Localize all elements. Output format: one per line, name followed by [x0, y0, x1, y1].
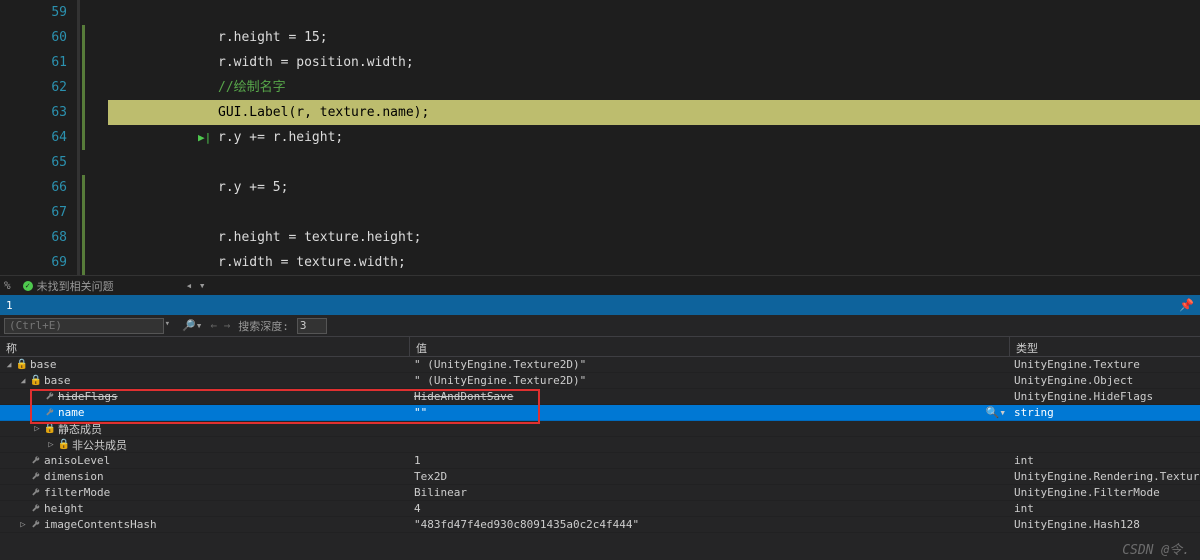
property-name: hideFlags	[58, 390, 118, 403]
lock-icon: 🔒	[58, 439, 70, 450]
line-number[interactable]: 65	[0, 150, 67, 175]
property-name: anisoLevel	[44, 454, 110, 467]
code-line: r.height = texture.height;	[88, 225, 1200, 250]
property-value[interactable]: 1	[410, 454, 1010, 467]
search-toolbar: 🔎▾ ← → 搜索深度:	[0, 315, 1200, 337]
property-value[interactable]: Tex2D	[410, 470, 1010, 483]
search-input[interactable]	[4, 318, 164, 334]
property-name: 静态成员	[58, 421, 102, 437]
expander-icon[interactable]: ◢	[18, 376, 28, 385]
current-statement: GUI.Label(r, texture.name);	[108, 100, 1200, 125]
watch-row[interactable]: ◢🔒base " (UnityEngine.Texture2D)"UnityEng…	[0, 373, 1200, 389]
property-type: int	[1010, 454, 1200, 467]
line-number[interactable]: 59	[0, 0, 67, 25]
property-name: name	[58, 406, 85, 419]
line-number[interactable]: 64	[0, 125, 67, 150]
line-number[interactable]: 68	[0, 225, 67, 250]
gutter: 59 60 61 62 63 64 65 66 67 68 69	[0, 0, 80, 275]
panel-title: 1	[6, 299, 13, 312]
column-type[interactable]: 类型	[1010, 337, 1200, 356]
line-number[interactable]: 63	[0, 100, 67, 125]
status-percent: %	[4, 279, 11, 292]
code-editor[interactable]: r.height = 15; r.width = position.width;…	[88, 0, 1200, 275]
property-type: UnityEngine.Hash128	[1010, 518, 1200, 531]
wrench-icon	[30, 472, 42, 482]
watch-row[interactable]: anisoLevel 1int	[0, 453, 1200, 469]
issues-indicator[interactable]: ✓ 未找到相关问题	[23, 278, 114, 294]
wrench-icon	[44, 392, 56, 402]
property-type: string	[1010, 406, 1200, 419]
property-type: UnityEngine.Rendering.TextureDime	[1010, 470, 1200, 483]
status-bar: % ✓ 未找到相关问题 ◂ ▾	[0, 275, 1200, 295]
lock-icon: 🔒	[16, 359, 28, 370]
watch-row[interactable]: ▷🔒静态成员	[0, 421, 1200, 437]
property-value[interactable]: "483fd47f4ed930c8091435a0c2c4f444"	[410, 518, 1010, 531]
line-number[interactable]: 61	[0, 50, 67, 75]
property-value[interactable]: " (UnityEngine.Texture2D)"	[410, 358, 1010, 371]
watch-row[interactable]: dimension Tex2DUnityEngine.Rendering.Text…	[0, 469, 1200, 485]
lock-icon: 🔒	[30, 375, 42, 386]
line-number[interactable]: 66	[0, 175, 67, 200]
watch-row[interactable]: name ""🔍▾string	[0, 405, 1200, 421]
property-name: 非公共成员	[72, 437, 127, 453]
code-line: r.y += 5;	[88, 175, 1200, 200]
watch-row[interactable]: ◢🔒base " (UnityEngine.Texture2D)"UnityEng…	[0, 357, 1200, 373]
code-line: r.width = texture.width;	[88, 250, 1200, 275]
column-name[interactable]: 称	[0, 337, 410, 356]
wrench-icon	[30, 520, 42, 530]
wrench-icon	[30, 456, 42, 466]
next-statement-icon[interactable]: ▶|	[198, 125, 211, 150]
watch-row[interactable]: ▷🔒非公共成员	[0, 437, 1200, 453]
line-number[interactable]: 62	[0, 75, 67, 100]
property-value[interactable]: HideAndDontSave	[410, 390, 1010, 403]
property-name: dimension	[44, 470, 104, 483]
wrench-icon	[30, 504, 42, 514]
watch-row[interactable]: height 4int	[0, 501, 1200, 517]
code-line: r.width = position.width;	[88, 50, 1200, 75]
expander-icon[interactable]: ◢	[4, 360, 14, 369]
depth-label: 搜索深度:	[238, 318, 289, 334]
property-type: UnityEngine.HideFlags	[1010, 390, 1200, 403]
line-number[interactable]: 60	[0, 25, 67, 50]
property-value[interactable]: ""🔍▾	[410, 406, 1010, 419]
code-line: //绘制名字	[88, 75, 1200, 100]
watch-tree[interactable]: ◢🔒base" (UnityEngine.Texture2D)"UnityEng…	[0, 357, 1200, 533]
expander-icon[interactable]: ▷	[32, 424, 42, 434]
change-indicator	[80, 0, 88, 275]
watch-row[interactable]: hideFlags HideAndDontSaveUnityEngine.Hide…	[0, 389, 1200, 405]
wrench-icon	[44, 408, 56, 418]
search-icon[interactable]: 🔎▾	[182, 319, 202, 332]
property-name: base	[30, 358, 57, 371]
property-value[interactable]: 4	[410, 502, 1010, 515]
expander-icon[interactable]: ▷	[46, 440, 56, 450]
property-value[interactable]: " (UnityEngine.Texture2D)"	[410, 374, 1010, 387]
property-type: UnityEngine.Texture	[1010, 358, 1200, 371]
watch-row[interactable]: filterMode BilinearUnityEngine.FilterMode	[0, 485, 1200, 501]
pin-icon[interactable]: 📌	[1179, 298, 1194, 312]
code-line: r.height = 15;	[88, 25, 1200, 50]
watch-row[interactable]: ▷ imageContentsHash "483fd47f4ed930c809143…	[0, 517, 1200, 533]
expander-icon[interactable]: ▷	[18, 520, 28, 530]
property-name: base	[44, 374, 71, 387]
lock-icon: 🔒	[44, 423, 56, 434]
property-name: height	[44, 502, 84, 515]
watermark: CSDN @令.	[1122, 539, 1190, 558]
depth-input[interactable]	[297, 318, 327, 334]
property-name: filterMode	[44, 486, 110, 499]
panel-header: 1 📌	[0, 295, 1200, 315]
table-header: 称 值 类型	[0, 337, 1200, 357]
wrench-icon	[30, 488, 42, 498]
property-type: UnityEngine.Object	[1010, 374, 1200, 387]
property-type: UnityEngine.FilterMode	[1010, 486, 1200, 499]
line-number[interactable]: 69	[0, 250, 67, 275]
dropdown-icon[interactable]: ◂ ▾	[186, 279, 206, 292]
property-type: int	[1010, 502, 1200, 515]
check-icon: ✓	[23, 281, 33, 291]
code-line: ▶|r.y += r.height;	[88, 125, 1200, 150]
property-name: imageContentsHash	[44, 518, 157, 531]
visualizer-icon[interactable]: 🔍▾	[986, 406, 1006, 419]
column-value[interactable]: 值	[410, 337, 1010, 356]
line-number[interactable]: 67	[0, 200, 67, 225]
property-value[interactable]: Bilinear	[410, 486, 1010, 499]
